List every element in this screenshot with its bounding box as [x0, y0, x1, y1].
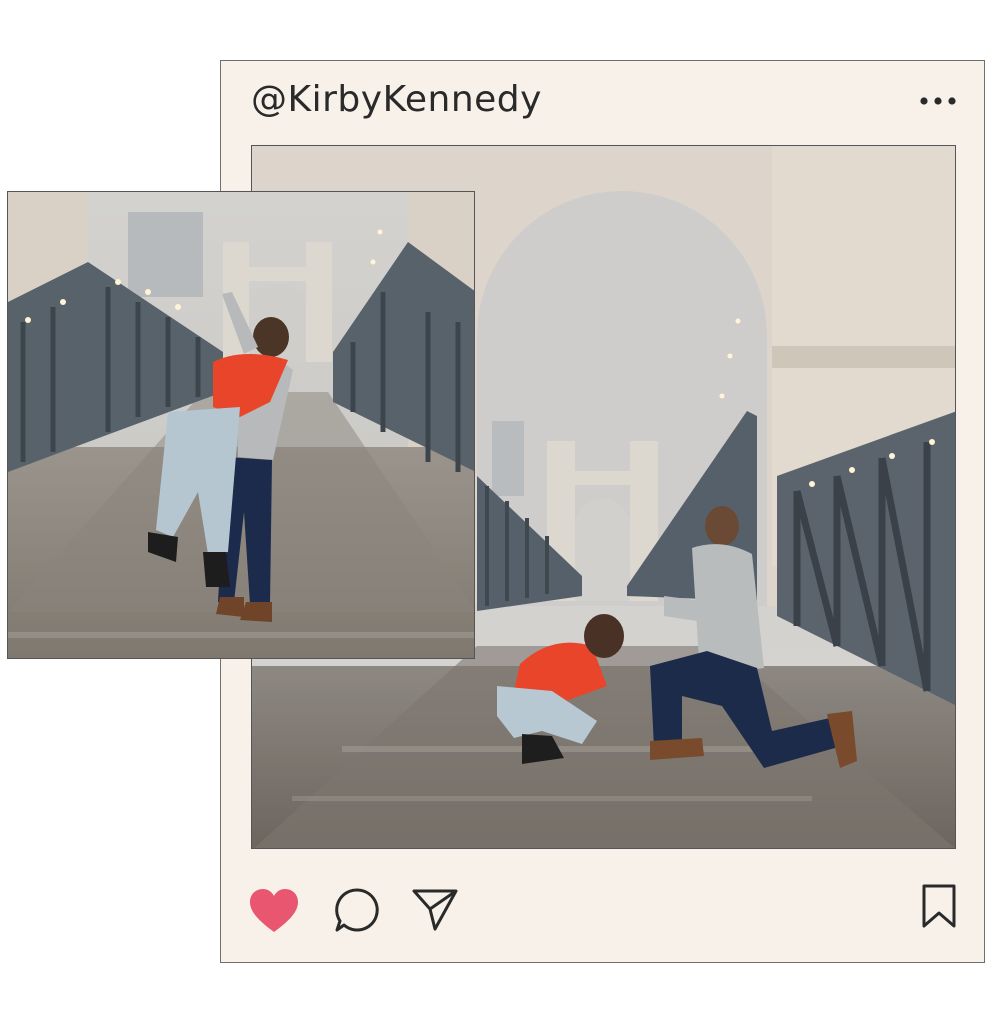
comment-icon[interactable] [334, 887, 380, 933]
secondary-photo[interactable] [7, 191, 475, 659]
stage: @KirbyKennedy [0, 0, 995, 1024]
post-header: @KirbyKennedy [221, 61, 984, 145]
bookmark-icon[interactable] [920, 883, 958, 929]
heart-icon[interactable] [249, 888, 299, 934]
more-horizontal-icon[interactable] [918, 95, 958, 107]
send-icon[interactable] [411, 887, 459, 933]
action-bar [221, 861, 984, 961]
username[interactable]: @KirbyKennedy [251, 79, 542, 120]
